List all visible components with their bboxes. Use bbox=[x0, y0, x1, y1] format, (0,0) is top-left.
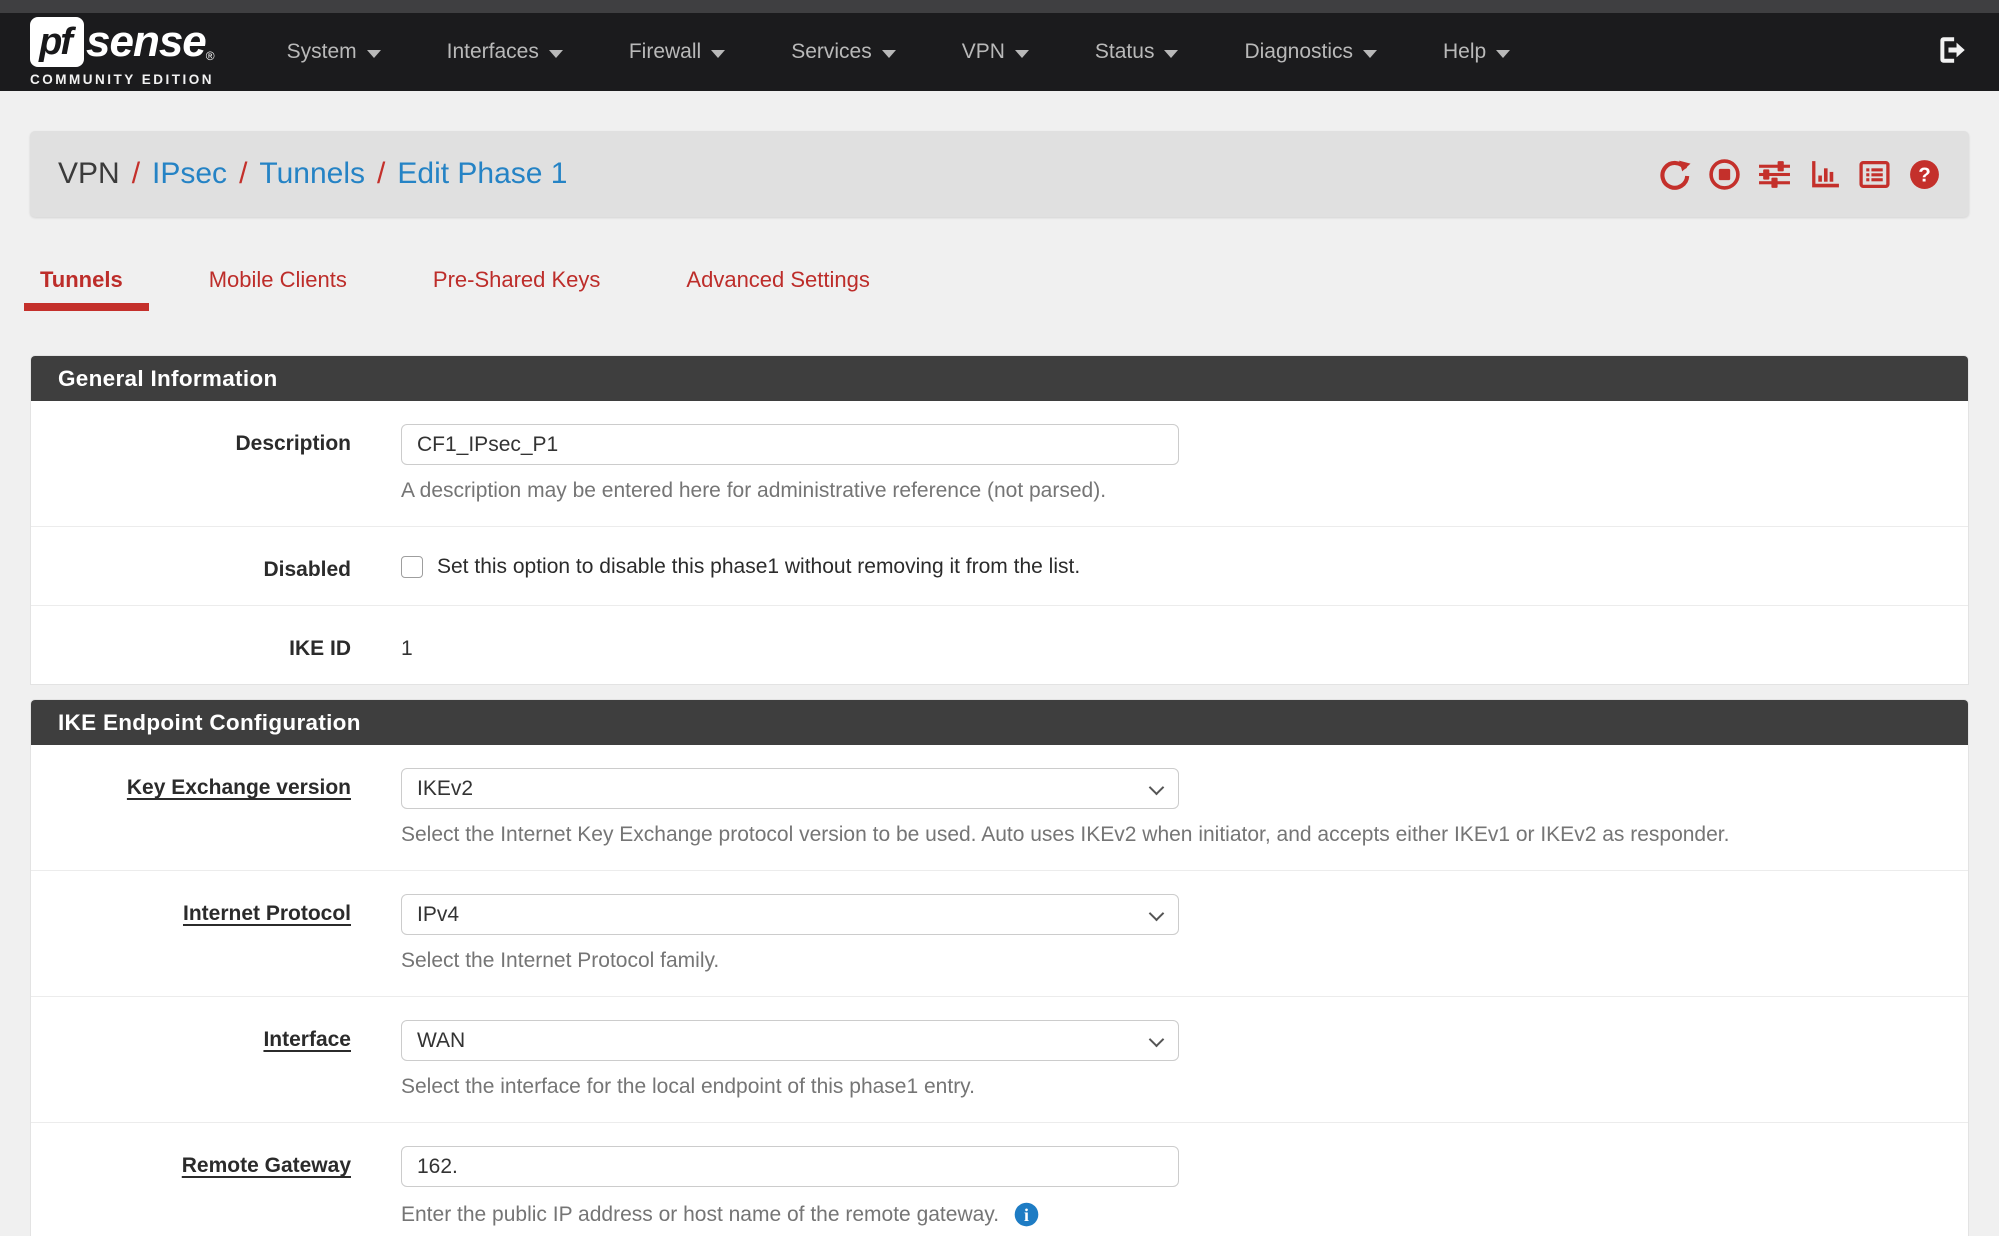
caret-down-icon bbox=[1015, 50, 1029, 58]
remote-gateway-row: Remote Gateway Enter the public IP addre… bbox=[31, 1123, 1968, 1236]
breadcrumb-separator: / bbox=[377, 157, 385, 191]
internet-protocol-label: Internet Protocol bbox=[31, 894, 351, 973]
page-action-icons: ? bbox=[1658, 158, 1941, 191]
breadcrumb-separator: / bbox=[239, 157, 247, 191]
caret-down-icon bbox=[1363, 50, 1377, 58]
remote-gateway-label: Remote Gateway bbox=[31, 1146, 351, 1228]
description-help: A description may be entered here for ad… bbox=[401, 479, 1938, 503]
internet-protocol-row: Internet Protocol IPv4 Select the Intern… bbox=[31, 871, 1968, 997]
ike-id-label: IKE ID bbox=[31, 629, 351, 661]
sign-out-button[interactable] bbox=[1935, 33, 1969, 72]
interface-label: Interface bbox=[31, 1020, 351, 1099]
tab-label: Pre-Shared Keys bbox=[433, 267, 601, 292]
nav-item-label: Services bbox=[791, 40, 872, 64]
browser-top-strip bbox=[0, 0, 1999, 13]
internet-protocol-select[interactable]: IPv4 bbox=[401, 894, 1179, 935]
caret-down-icon bbox=[711, 50, 725, 58]
remote-gateway-help: Enter the public IP address or host name… bbox=[401, 1203, 999, 1227]
description-input[interactable] bbox=[401, 424, 1179, 465]
nav-item-label: Help bbox=[1443, 40, 1486, 64]
interface-help: Select the interface for the local endpo… bbox=[401, 1075, 1938, 1099]
caret-down-icon bbox=[882, 50, 896, 58]
pfsense-logo-word: sense bbox=[86, 17, 206, 67]
breadcrumb-tunnels[interactable]: Tunnels bbox=[259, 157, 365, 191]
tab-tunnels[interactable]: Tunnels bbox=[32, 267, 131, 311]
caret-down-icon bbox=[1164, 50, 1178, 58]
internet-protocol-help: Select the Internet Protocol family. bbox=[401, 949, 1938, 973]
pfsense-logo[interactable]: pf sense ® COMMUNITY EDITION bbox=[30, 17, 215, 87]
nav-item-firewall[interactable]: Firewall bbox=[629, 40, 725, 64]
caret-down-icon bbox=[1496, 50, 1510, 58]
breadcrumb-bar: VPN / IPsec / Tunnels / Edit Phase 1 bbox=[30, 131, 1969, 217]
nav-item-label: Interfaces bbox=[447, 40, 539, 64]
general-information-panel: General Information Description A descri… bbox=[30, 355, 1969, 685]
key-exchange-help: Select the Internet Key Exchange protoco… bbox=[401, 823, 1938, 847]
description-row: Description A description may be entered… bbox=[31, 401, 1968, 527]
svg-text:?: ? bbox=[1918, 163, 1931, 186]
nav-item-label: System bbox=[287, 40, 357, 64]
key-exchange-selected-value: IKEv2 bbox=[417, 777, 473, 801]
svg-text:i: i bbox=[1024, 1205, 1029, 1225]
disabled-label: Disabled bbox=[31, 550, 351, 582]
tab-pre-shared-keys[interactable]: Pre-Shared Keys bbox=[425, 267, 609, 311]
nav-item-diagnostics[interactable]: Diagnostics bbox=[1244, 40, 1377, 64]
breadcrumb-vpn: VPN bbox=[58, 157, 120, 191]
internet-protocol-selected-value: IPv4 bbox=[417, 903, 459, 927]
tab-advanced-settings[interactable]: Advanced Settings bbox=[678, 267, 877, 311]
nav-item-label: Diagnostics bbox=[1244, 40, 1353, 64]
pfsense-logo-pf-tile: pf bbox=[30, 17, 84, 67]
key-exchange-label: Key Exchange version bbox=[31, 768, 351, 847]
help-circle-icon[interactable]: ? bbox=[1908, 158, 1941, 191]
nav-item-help[interactable]: Help bbox=[1443, 40, 1510, 64]
log-list-icon[interactable] bbox=[1858, 158, 1891, 191]
description-label: Description bbox=[31, 424, 351, 503]
nav-item-services[interactable]: Services bbox=[791, 40, 896, 64]
disabled-checkbox[interactable] bbox=[401, 556, 423, 578]
nav-item-system[interactable]: System bbox=[287, 40, 381, 64]
chevron-down-icon bbox=[1149, 780, 1165, 796]
active-tab-underline bbox=[24, 303, 149, 311]
breadcrumb-edit-phase-1[interactable]: Edit Phase 1 bbox=[397, 157, 567, 191]
disabled-checkbox-label: Set this option to disable this phase1 w… bbox=[437, 555, 1080, 579]
nav-item-interfaces[interactable]: Interfaces bbox=[447, 40, 563, 64]
interface-select[interactable]: WAN bbox=[401, 1020, 1179, 1061]
interface-selected-value: WAN bbox=[417, 1029, 465, 1053]
registered-mark: ® bbox=[206, 49, 215, 63]
tab-mobile-clients[interactable]: Mobile Clients bbox=[201, 267, 355, 311]
ike-id-row: IKE ID 1 bbox=[31, 606, 1968, 684]
tab-label: Advanced Settings bbox=[686, 267, 869, 292]
panel-title: IKE Endpoint Configuration bbox=[31, 700, 1968, 745]
nav-menu: System Interfaces Firewall Services VPN … bbox=[287, 40, 1935, 64]
ike-endpoint-configuration-panel: IKE Endpoint Configuration Key Exchange … bbox=[30, 699, 1969, 1236]
key-exchange-row: Key Exchange version IKEv2 Select the In… bbox=[31, 745, 1968, 871]
breadcrumb-ipsec[interactable]: IPsec bbox=[152, 157, 227, 191]
nav-item-label: VPN bbox=[962, 40, 1005, 64]
disabled-row: Disabled Set this option to disable this… bbox=[31, 527, 1968, 606]
refresh-icon[interactable] bbox=[1658, 158, 1691, 191]
bar-chart-icon[interactable] bbox=[1808, 158, 1841, 191]
tab-label: Mobile Clients bbox=[209, 267, 347, 292]
caret-down-icon bbox=[367, 50, 381, 58]
nav-item-status[interactable]: Status bbox=[1095, 40, 1179, 64]
nav-item-vpn[interactable]: VPN bbox=[962, 40, 1029, 64]
info-icon[interactable]: i bbox=[1013, 1201, 1040, 1228]
chevron-down-icon bbox=[1149, 906, 1165, 922]
remote-gateway-input[interactable] bbox=[401, 1146, 1179, 1187]
stop-circle-icon[interactable] bbox=[1708, 158, 1741, 191]
chevron-down-icon bbox=[1149, 1032, 1165, 1048]
nav-item-label: Firewall bbox=[629, 40, 701, 64]
tab-label: Tunnels bbox=[40, 267, 123, 292]
sign-out-icon bbox=[1935, 33, 1969, 72]
interface-row: Interface WAN Select the interface for t… bbox=[31, 997, 1968, 1123]
ike-id-value: 1 bbox=[401, 629, 1938, 661]
community-edition-label: COMMUNITY EDITION bbox=[30, 72, 215, 87]
caret-down-icon bbox=[549, 50, 563, 58]
key-exchange-select[interactable]: IKEv2 bbox=[401, 768, 1179, 809]
main-navbar: pf sense ® COMMUNITY EDITION System Inte… bbox=[0, 13, 1999, 91]
section-tabs: Tunnels Mobile Clients Pre-Shared Keys A… bbox=[32, 267, 1999, 311]
nav-item-label: Status bbox=[1095, 40, 1155, 64]
sliders-icon[interactable] bbox=[1758, 158, 1791, 191]
breadcrumb-separator: / bbox=[132, 157, 140, 191]
panel-title: General Information bbox=[31, 356, 1968, 401]
